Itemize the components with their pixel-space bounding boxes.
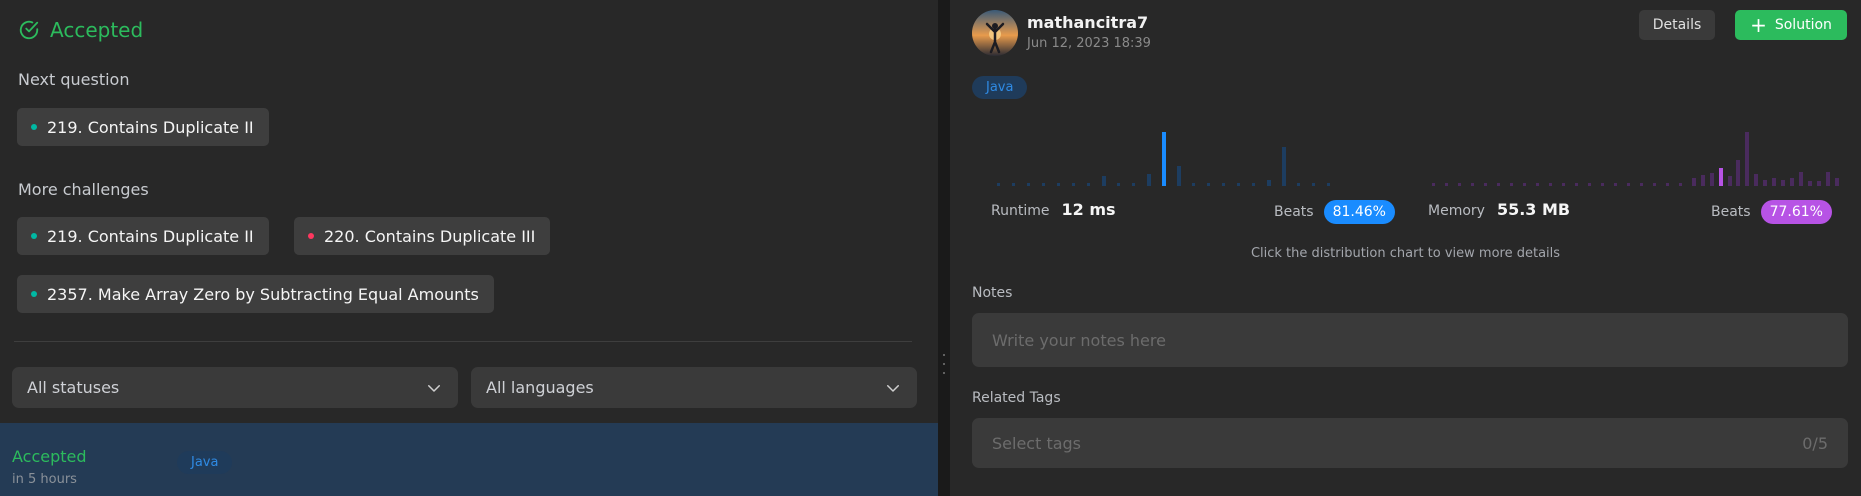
memory-distribution-chart[interactable]: [1430, 120, 1845, 190]
submission-date: Jun 12, 2023 18:39: [1027, 36, 1151, 51]
challenge-link[interactable]: 220. Contains Duplicate III: [294, 217, 551, 255]
submission-time: in 5 hours: [12, 472, 77, 487]
check-circle-icon: [19, 20, 39, 40]
memory-label: Memory: [1428, 203, 1485, 219]
memory-bars: [1432, 132, 1839, 186]
language-filter-select[interactable]: All languages: [471, 367, 917, 408]
details-button[interactable]: Details: [1639, 10, 1715, 40]
question-title: 219. Contains Duplicate II: [47, 226, 254, 246]
question-title: 2357. Make Array Zero by Subtracting Equ…: [47, 284, 479, 304]
chevron-down-icon: [887, 384, 899, 392]
memory-beats-badge: 77.61%: [1760, 200, 1832, 224]
tags-placeholder: Select tags: [992, 433, 1082, 453]
avatar[interactable]: [972, 10, 1018, 56]
difficulty-dot-easy: [31, 233, 37, 239]
runtime-label: Runtime: [991, 203, 1050, 219]
chevron-down-icon: [428, 384, 440, 392]
difficulty-dot-hard: [308, 233, 314, 239]
runtime-beats-badge: 81.46%: [1323, 200, 1395, 224]
username[interactable]: mathancitra7: [1027, 13, 1148, 32]
current-runtime-bar: [1162, 132, 1166, 186]
difficulty-dot-easy: [31, 291, 37, 297]
status-text: Accepted: [50, 18, 144, 42]
next-question-label: Next question: [18, 70, 130, 89]
current-memory-bar: [1719, 168, 1723, 186]
submission-row[interactable]: Accepted in 5 hours: [0, 423, 938, 496]
solution-button[interactable]: + Solution: [1735, 10, 1847, 40]
submission-status: Accepted: [12, 447, 87, 466]
divider-line: [14, 341, 912, 342]
memory-beats: Beats 77.61%: [1711, 200, 1832, 224]
select-value: All languages: [486, 378, 594, 397]
submission-language-badge: Java: [177, 451, 233, 474]
tags-select[interactable]: Select tags 0/5: [972, 418, 1848, 468]
solution-button-label: Solution: [1774, 17, 1832, 33]
language-badge: Java: [972, 76, 1028, 99]
panel-resize-handle[interactable]: [938, 0, 950, 496]
difficulty-dot-easy: [31, 124, 37, 130]
memory-value: 55.3 MB: [1496, 200, 1571, 219]
challenge-link[interactable]: 219. Contains Duplicate II: [17, 217, 269, 255]
status-heading: Accepted: [18, 18, 143, 42]
runtime-metric: Runtime 12 ms: [991, 200, 1116, 219]
question-title: 219. Contains Duplicate II: [47, 117, 254, 137]
runtime-beats: Beats 81.46%: [1274, 200, 1395, 224]
plus-icon: +: [1750, 13, 1767, 37]
beats-label: Beats: [1711, 204, 1751, 220]
submission-detail-panel: mathancitra7 Jun 12, 2023 18:39 Details …: [950, 0, 1861, 496]
status-filter-select[interactable]: All statuses: [12, 367, 458, 408]
notes-label: Notes: [972, 285, 1013, 301]
related-tags-label: Related Tags: [972, 390, 1061, 406]
app-root: Accepted Next question 219. Contains Dup…: [0, 0, 1861, 496]
more-challenges-label: More challenges: [18, 180, 149, 199]
next-question-link[interactable]: 219. Contains Duplicate II: [17, 108, 269, 146]
memory-metric: Memory 55.3 MB: [1428, 200, 1570, 219]
beats-label: Beats: [1274, 204, 1314, 220]
chart-hint: Click the distribution chart to view mor…: [1250, 246, 1561, 261]
runtime-value: 12 ms: [1061, 200, 1116, 219]
runtime-distribution-chart[interactable]: [995, 120, 1340, 190]
question-title: 220. Contains Duplicate III: [324, 226, 536, 246]
select-value: All statuses: [27, 378, 120, 397]
submission-result-panel: Accepted Next question 219. Contains Dup…: [0, 0, 938, 496]
notes-input[interactable]: [972, 313, 1848, 367]
challenge-link[interactable]: 2357. Make Array Zero by Subtracting Equ…: [17, 275, 494, 313]
tags-count: 0/5: [1802, 433, 1828, 453]
drag-handle-icon: [942, 354, 946, 374]
